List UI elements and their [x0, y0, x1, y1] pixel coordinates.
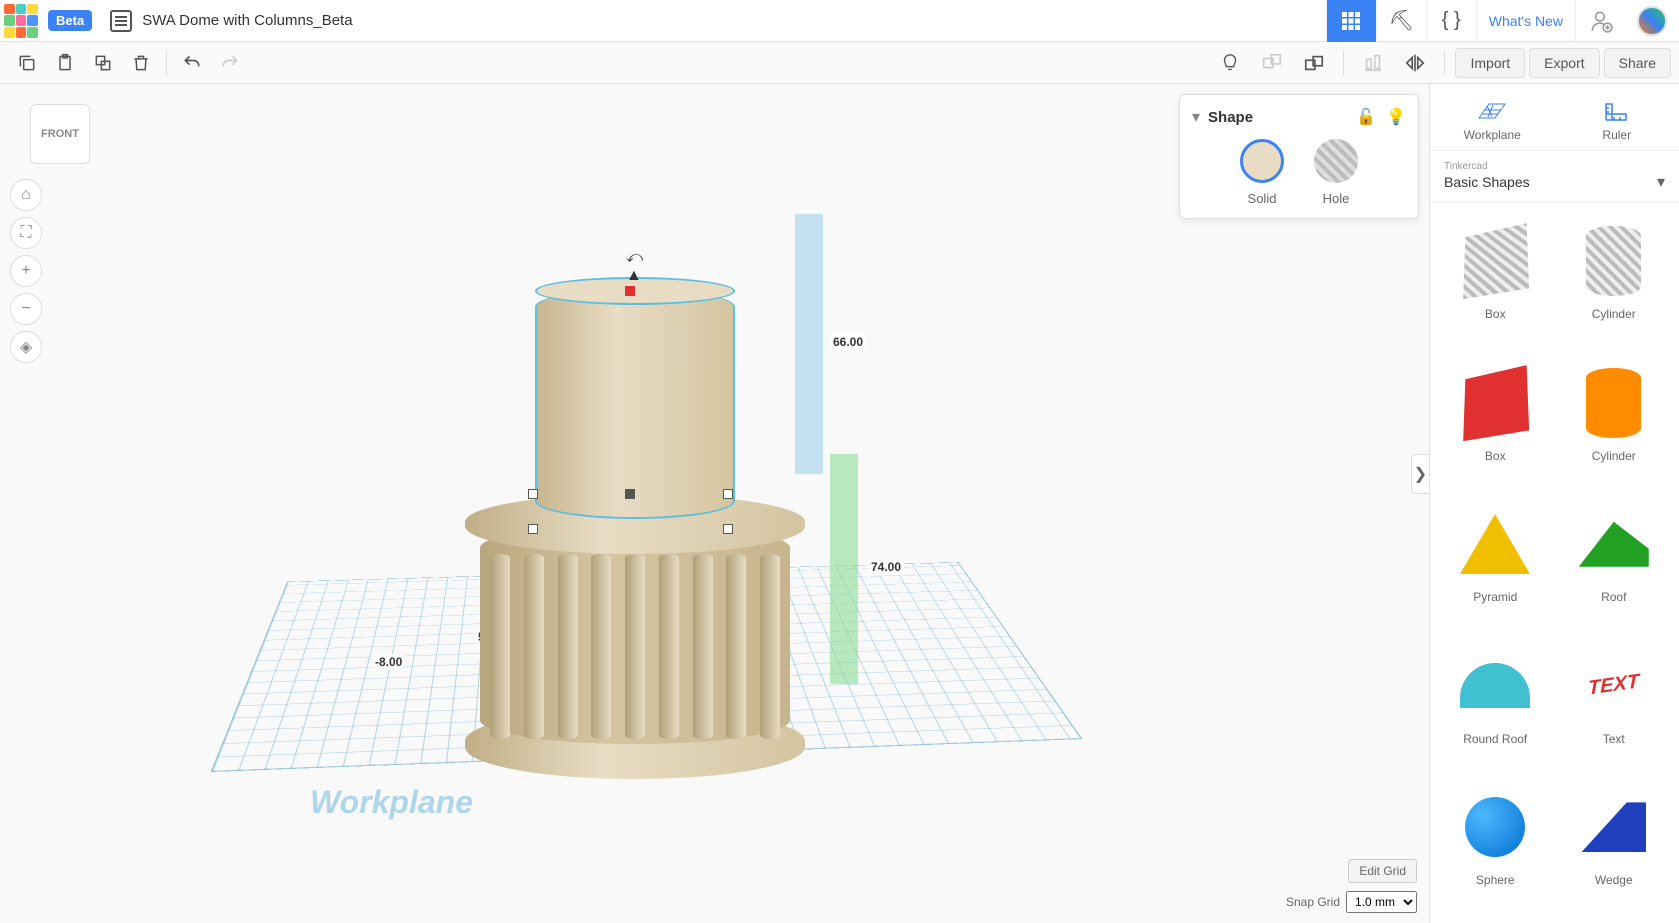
chevron-down-icon: ▾ — [1657, 172, 1665, 192]
document-title[interactable]: SWA Dome with Columns_Beta — [142, 12, 352, 29]
shape-inspector-panel: ▾ Shape 🔓 💡 Solid Hole — [1179, 94, 1419, 219]
snap-grid-select[interactable]: 1.0 mm — [1346, 891, 1417, 913]
show-all-button[interactable] — [1211, 44, 1249, 82]
document-icon[interactable] — [110, 10, 132, 32]
shape-pyramid[interactable]: Pyramid — [1438, 494, 1553, 632]
hole-swatch — [1314, 139, 1358, 183]
shape-wedge[interactable]: Wedge — [1557, 777, 1672, 915]
mirror-button[interactable] — [1396, 44, 1434, 82]
hole-option[interactable]: Hole — [1314, 139, 1358, 206]
dimension-height-top[interactable]: 66.00 — [830, 334, 866, 350]
dropdown-category: Tinkercad — [1444, 161, 1665, 172]
undo-button[interactable] — [173, 44, 211, 82]
shape-text[interactable]: TEXTText — [1557, 636, 1672, 774]
resize-handle[interactable] — [528, 489, 538, 499]
3d-model[interactable]: ⤺▲ — [500, 274, 800, 804]
edit-grid-button[interactable]: Edit Grid — [1348, 859, 1417, 883]
grid-view-button[interactable] — [1326, 0, 1376, 42]
resize-handle[interactable] — [723, 524, 733, 534]
shape-box-hole[interactable]: Box — [1438, 211, 1553, 349]
shape-round-roof[interactable]: Round Roof — [1438, 636, 1553, 774]
ungroup-button[interactable] — [1295, 44, 1333, 82]
lightbulb-icon[interactable]: 💡 — [1386, 107, 1406, 127]
shape-panel-title: Shape — [1208, 109, 1253, 126]
solid-swatch — [1240, 139, 1284, 183]
dimension-neg8[interactable]: -8.00 — [372, 654, 405, 670]
chevron-down-icon[interactable]: ▾ — [1192, 107, 1200, 127]
rotate-arrow-icon[interactable]: ⤺▲ — [626, 249, 643, 285]
export-button[interactable]: Export — [1529, 48, 1599, 78]
collapse-sidebar-button[interactable]: ❯ — [1411, 454, 1429, 494]
shapes-sidebar: Workplane Ruler Tinkercad Basic Shapes ▾… — [1429, 84, 1679, 923]
whats-new-link[interactable]: What's New — [1476, 0, 1575, 42]
app-logo[interactable] — [0, 0, 42, 42]
copy-button[interactable] — [8, 44, 46, 82]
dimension-height-green[interactable]: 74.00 — [868, 559, 904, 575]
shape-box[interactable]: Box — [1438, 353, 1553, 491]
align-button[interactable] — [1354, 44, 1392, 82]
workplane-tool[interactable]: Workplane — [1430, 84, 1555, 150]
snap-grid-label: Snap Grid — [1286, 895, 1340, 909]
user-avatar[interactable] — [1637, 6, 1667, 36]
shape-category-dropdown[interactable]: Tinkercad Basic Shapes ▾ — [1430, 151, 1679, 203]
ruler-tool-label: Ruler — [1602, 128, 1631, 142]
beta-badge: Beta — [48, 10, 92, 31]
height-handle[interactable] — [625, 286, 635, 296]
paste-button[interactable] — [46, 44, 84, 82]
main-viewport: FRONT ⌂ ⛶ + − ◈ Workplane 66.00 74.00 50… — [0, 84, 1679, 923]
redo-button[interactable] — [211, 44, 249, 82]
lock-icon[interactable]: 🔓 — [1356, 107, 1376, 127]
workplane-tool-label: Workplane — [1464, 128, 1521, 142]
shape-roof[interactable]: Roof — [1557, 494, 1672, 632]
duplicate-button[interactable] — [84, 44, 122, 82]
resize-handle[interactable] — [723, 489, 733, 499]
group-button[interactable] — [1253, 44, 1291, 82]
dimension-bar-green — [830, 454, 858, 684]
shape-cylinder[interactable]: Cylinder — [1557, 353, 1672, 491]
workplane-label: Workplane — [310, 784, 473, 821]
hole-label: Hole — [1323, 191, 1350, 206]
model-columns — [490, 554, 780, 739]
dropdown-value: Basic Shapes — [1444, 174, 1530, 190]
shape-cylinder-hole[interactable]: Cylinder — [1557, 211, 1672, 349]
share-button[interactable]: Share — [1604, 48, 1671, 78]
resize-handle[interactable] — [528, 524, 538, 534]
solid-label: Solid — [1248, 191, 1277, 206]
import-button[interactable]: Import — [1455, 48, 1525, 78]
code-button[interactable]: { } — [1426, 0, 1476, 42]
ruler-tool[interactable]: Ruler — [1555, 84, 1679, 150]
resize-handle-mid[interactable] — [625, 489, 635, 499]
selected-cylinder[interactable] — [535, 289, 735, 519]
solid-option[interactable]: Solid — [1240, 139, 1284, 206]
main-toolbar: Import Export Share — [0, 42, 1679, 84]
user-profile-icon[interactable] — [1575, 0, 1625, 42]
delete-button[interactable] — [122, 44, 160, 82]
shape-sphere[interactable]: Sphere — [1438, 777, 1553, 915]
top-bar: Beta SWA Dome with Columns_Beta ⛏ { } Wh… — [0, 0, 1679, 42]
blocks-button[interactable]: ⛏ — [1376, 0, 1426, 42]
snap-grid-control: Snap Grid 1.0 mm — [1286, 891, 1417, 913]
